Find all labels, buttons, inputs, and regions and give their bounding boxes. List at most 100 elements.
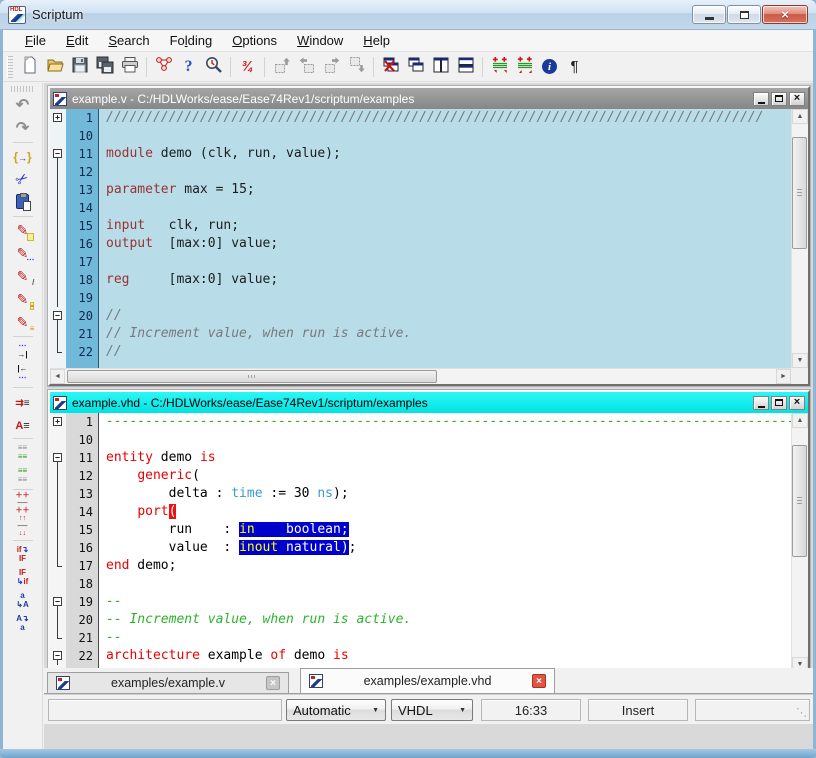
keywords-uppercase-button[interactable]: if↴IF bbox=[10, 543, 36, 566]
identifiers-uppercase-button[interactable]: a↳A bbox=[10, 589, 36, 612]
fold-marker[interactable]: − bbox=[50, 307, 66, 325]
tab-examples-example-vhd[interactable]: examples/example.vhd× bbox=[300, 668, 555, 693]
menu-window[interactable]: Window bbox=[287, 31, 353, 50]
highlight-off-button[interactable]: ✎/ bbox=[10, 265, 36, 288]
help-button[interactable]: ? bbox=[176, 54, 201, 79]
code-line[interactable]: input clk, run; bbox=[106, 217, 791, 235]
toolbar-grip[interactable] bbox=[7, 56, 13, 78]
goto-brace-button[interactable]: {→} bbox=[10, 145, 36, 168]
child-maximize-button[interactable] bbox=[771, 396, 787, 410]
expand-all-folds-button[interactable] bbox=[512, 54, 537, 79]
code-line[interactable] bbox=[106, 289, 791, 307]
code-editor[interactable]: +−−− 110111213141516171819202122 -------… bbox=[50, 413, 791, 672]
highlight-button[interactable]: ✎ bbox=[10, 219, 36, 242]
diagram-button[interactable] bbox=[151, 54, 176, 79]
child-titlebar[interactable]: example.vhd - C:/HDLWorks/ease/Ease74Rev… bbox=[50, 392, 808, 413]
tab-close-button[interactable]: × bbox=[532, 674, 546, 688]
cascade-windows-button[interactable] bbox=[403, 54, 428, 79]
fold-gutter[interactable]: + − − − bbox=[50, 413, 66, 672]
resize-grip[interactable]: ⋱ bbox=[796, 708, 807, 719]
menu-help[interactable]: Help bbox=[353, 31, 400, 50]
comment-button[interactable]: ≡≡≡≡ bbox=[10, 441, 36, 464]
code-area[interactable]: ----------------------------------------… bbox=[99, 413, 791, 672]
menu-edit[interactable]: Edit bbox=[56, 31, 98, 50]
code-line[interactable]: architecture example of demo is bbox=[106, 647, 791, 665]
code-line[interactable]: // bbox=[106, 307, 791, 325]
highlight-minus-button[interactable]: ✎- bbox=[10, 288, 36, 311]
info-button[interactable]: i bbox=[537, 54, 562, 79]
tile-horizontal-button[interactable] bbox=[453, 54, 478, 79]
undo-button[interactable]: ↶ bbox=[10, 94, 36, 117]
paste-button[interactable] bbox=[10, 191, 36, 214]
code-line[interactable]: // bbox=[106, 343, 791, 361]
toolbar-grip[interactable] bbox=[11, 86, 35, 92]
vertical-scroll-thumb[interactable] bbox=[792, 137, 807, 249]
cut-button[interactable]: ✂ bbox=[10, 168, 36, 191]
fold-marker[interactable]: − bbox=[50, 145, 66, 163]
find-button[interactable] bbox=[201, 54, 226, 79]
code-line[interactable]: -- bbox=[106, 593, 791, 611]
code-line[interactable]: module demo (clk, run, value); bbox=[106, 145, 791, 163]
identifiers-lowercase-button[interactable]: A↴a bbox=[10, 612, 36, 635]
code-line[interactable]: -- Increment value, when run is active. bbox=[106, 611, 791, 629]
fold-marker[interactable]: − bbox=[50, 449, 66, 467]
scroll-up-arrow[interactable]: ▲ bbox=[792, 109, 808, 124]
highlight-lines-button[interactable]: ✎≡ bbox=[10, 311, 36, 334]
vertical-scroll-thumb[interactable] bbox=[792, 445, 807, 557]
child-maximize-button[interactable] bbox=[771, 92, 787, 106]
code-line[interactable] bbox=[106, 199, 791, 217]
edit-right-button[interactable] bbox=[319, 54, 344, 79]
code-editor[interactable]: +−− 110111213141516171819202122 ////////… bbox=[50, 109, 791, 368]
close-all-windows-button[interactable] bbox=[378, 54, 403, 79]
menu-file[interactable]: File bbox=[15, 31, 56, 50]
scroll-right-arrow[interactable]: ► bbox=[776, 369, 791, 384]
code-line[interactable] bbox=[106, 253, 791, 271]
menu-search[interactable]: Search bbox=[98, 31, 159, 50]
code-line[interactable] bbox=[106, 163, 791, 181]
code-line[interactable]: reg [max:0] value; bbox=[106, 271, 791, 289]
code-line[interactable] bbox=[106, 127, 791, 145]
child-minimize-button[interactable] bbox=[753, 396, 769, 410]
titlebar[interactable]: Scriptum × bbox=[0, 0, 816, 30]
tab-examples-example-v[interactable]: examples/example.v× bbox=[47, 672, 289, 693]
special-chars-button[interactable]: ¾ bbox=[235, 54, 260, 79]
code-line[interactable]: entity demo is bbox=[106, 449, 791, 467]
vertical-scrollbar[interactable]: ▲ ▼ bbox=[791, 413, 808, 672]
fold-marker[interactable]: + bbox=[50, 413, 66, 431]
next-bookmark-button[interactable]: ⋯→| bbox=[10, 339, 36, 362]
fold-gutter[interactable]: + − − bbox=[50, 109, 66, 368]
align-text-button[interactable]: A≡ bbox=[10, 413, 36, 436]
fold-marker[interactable]: − bbox=[50, 647, 66, 665]
code-line[interactable]: -- bbox=[106, 629, 791, 647]
minimize-button[interactable] bbox=[692, 5, 726, 24]
code-line[interactable]: generic( bbox=[106, 467, 791, 485]
child-titlebar[interactable]: example.v - C:/HDLWorks/ease/Ease74Rev1/… bbox=[50, 88, 808, 109]
restore-button[interactable] bbox=[727, 5, 761, 24]
code-line[interactable]: delta : time := 30 ns); bbox=[106, 485, 791, 503]
tab-close-button[interactable]: × bbox=[266, 676, 280, 690]
prev-bookmark-button[interactable]: |←⋯ bbox=[10, 362, 36, 385]
code-line[interactable]: end demo; bbox=[106, 557, 791, 575]
edit-up-button[interactable] bbox=[269, 54, 294, 79]
close-button[interactable]: × bbox=[762, 5, 808, 24]
save-all-button[interactable] bbox=[92, 54, 117, 79]
open-button[interactable] bbox=[42, 54, 67, 79]
vertical-scrollbar[interactable]: ▲ ▼ bbox=[791, 109, 808, 368]
menu-folding[interactable]: Folding bbox=[160, 31, 223, 50]
join-lines-button[interactable]: ⇉≡ bbox=[10, 390, 36, 413]
fold-marker[interactable]: + bbox=[50, 109, 66, 127]
code-line[interactable]: ////////////////////////////////////////… bbox=[106, 109, 791, 127]
code-line[interactable]: output [max:0] value; bbox=[106, 235, 791, 253]
collapse-all-folds-button[interactable] bbox=[487, 54, 512, 79]
child-close-button[interactable]: × bbox=[789, 92, 805, 106]
scroll-up-arrow[interactable]: ▲ bbox=[792, 413, 808, 428]
code-line[interactable]: run : in boolean; bbox=[106, 521, 791, 539]
tile-vertical-button[interactable] bbox=[428, 54, 453, 79]
scroll-down-arrow[interactable]: ▼ bbox=[792, 353, 808, 368]
code-line[interactable]: port( bbox=[106, 503, 791, 521]
fold-marker[interactable]: − bbox=[50, 593, 66, 611]
highlight-dots-button[interactable]: ✎⋯ bbox=[10, 242, 36, 265]
uncomment-button[interactable]: ≡≡≡≡ bbox=[10, 464, 36, 487]
code-line[interactable] bbox=[106, 575, 791, 593]
new-button[interactable] bbox=[17, 54, 42, 79]
